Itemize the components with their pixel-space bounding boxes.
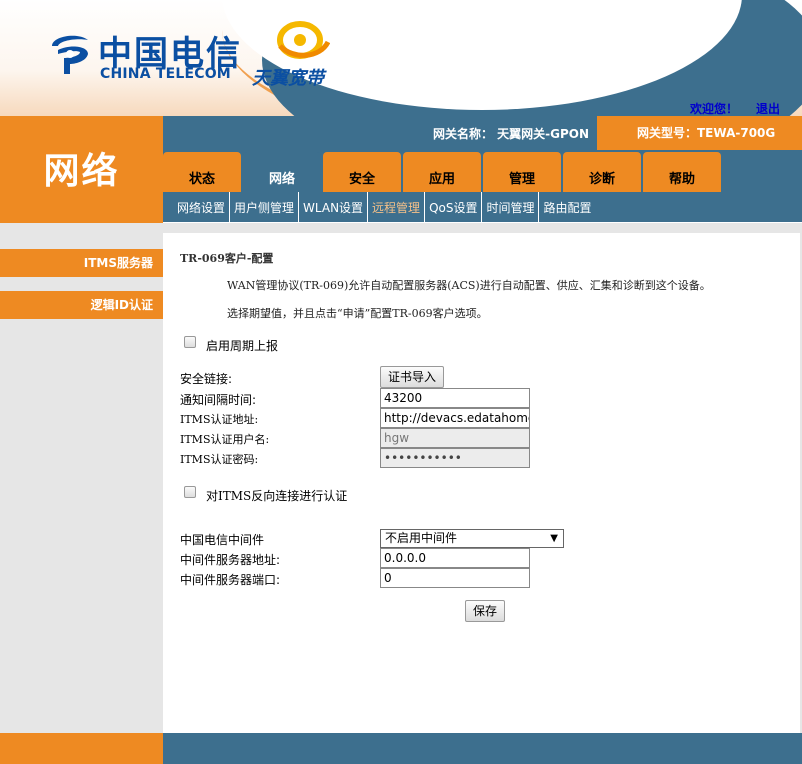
middleware-select-value: 不启用中间件 [385,531,458,545]
content-panel [163,223,802,733]
subnav-wlan[interactable]: WLAN设置 [298,192,367,224]
mw-port-label: 中间件服务器端口: [180,573,281,587]
tianyi-swirl-icon [277,21,330,59]
subnav-label: 远程管理 [372,201,421,215]
subnav-user-side[interactable]: 用户侧管理 [229,192,298,224]
dropdown-arrow-icon: ▼ [550,533,558,544]
subnav-label: 路由配置 [543,201,592,215]
china-telecom-icon [52,35,88,74]
itms-user-label: ITMS认证用户名: [180,433,270,446]
middleware-label: 中国电信中间件 [180,533,265,547]
tab-status[interactable]: 状态 [163,152,241,192]
itms-url-input[interactable]: http://devacs.edatahome.cc [380,408,530,428]
sidebar-item-itms-server[interactable]: ITMS服务器 [0,249,163,277]
main-tabs: 状态 网络 安全 应用 管理 诊断 帮助 [163,150,802,192]
mw-addr-label: 中间件服务器地址: [180,553,281,567]
tab-diagnostics[interactable]: 诊断 [563,152,641,192]
reverse-auth-label: 对ITMS反向连接进行认证 [206,489,348,503]
periodic-report-label: 启用周期上报 [206,339,279,353]
welcome-text: 欢迎您！ [690,102,739,116]
tab-security[interactable]: 安全 [323,152,401,192]
itms-pass-input[interactable]: ••••••••••• [380,448,530,468]
tab-application[interactable]: 应用 [403,152,481,192]
subnav-label: QoS设置 [429,201,478,215]
periodic-report-checkbox[interactable] [184,336,196,348]
gateway-name: 网关名称： 天翼网关-GPON [433,127,590,141]
tab-network[interactable]: 网络 [243,152,321,192]
description-line-2: 选择期望值，并且点击“申请”配置TR-069客户选项。 [227,307,488,320]
subnav-label: WLAN设置 [303,201,364,215]
sidebar-item-logical-id[interactable]: 逻辑ID认证 [0,291,163,319]
inform-interval-label: 通知间隔时间: [180,393,257,407]
save-button[interactable]: 保存 [465,600,505,622]
itms-user-input[interactable]: hgw [380,428,530,448]
cert-import-button[interactable]: 证书导入 [380,366,444,388]
footer-right [163,733,802,764]
itms-url-label: ITMS认证地址: [180,413,259,426]
gateway-info-bar: 网关名称： 天翼网关-GPON 网关型号：TEWA-700G [163,116,802,150]
description-line-1: WAN管理协议(TR-069)允许自动配置服务器(ACS)进行自动配置、供应、汇… [227,279,711,292]
middleware-select[interactable]: 不启用中间件 ▼ [380,529,564,548]
page-title: 网络 [0,116,163,223]
subnav-routing[interactable]: 路由配置 [538,192,595,224]
tab-help[interactable]: 帮助 [643,152,721,192]
header-banner: 中国电信 CHINA TELECOM 天翼宽带 [0,0,802,116]
subnav-label: 用户侧管理 [234,201,295,215]
logout-link[interactable]: 退出 [756,100,780,117]
subnav-time[interactable]: 时间管理 [481,192,538,224]
footer-left [0,733,163,764]
gateway-model: 网关型号：TEWA-700G [597,116,802,150]
subnav-remote-management[interactable]: 远程管理 [367,192,424,224]
itms-pass-label: ITMS认证密码: [180,453,259,466]
mw-port-input[interactable]: 0 [380,568,530,588]
sub-brand: 天翼宽带 [252,68,324,89]
section-title: TR-069客户-配置 [180,252,274,265]
inform-interval-input[interactable]: 43200 [380,388,530,408]
subnav-network-settings[interactable]: 网络设置 [173,192,229,224]
brand-en: CHINA TELECOM [100,66,231,82]
mw-addr-input[interactable]: 0.0.0.0 [380,548,530,568]
tab-management[interactable]: 管理 [483,152,561,192]
secure-link-label: 安全链接: [180,372,233,386]
reverse-auth-checkbox[interactable] [184,486,196,498]
sub-navigation: 网络设置 用户侧管理 WLAN设置 远程管理 QoS设置 时间管理 路由配置 [163,192,802,224]
subnav-qos[interactable]: QoS设置 [424,192,481,224]
subnav-label: 时间管理 [486,201,535,215]
subnav-label: 网络设置 [177,201,226,215]
